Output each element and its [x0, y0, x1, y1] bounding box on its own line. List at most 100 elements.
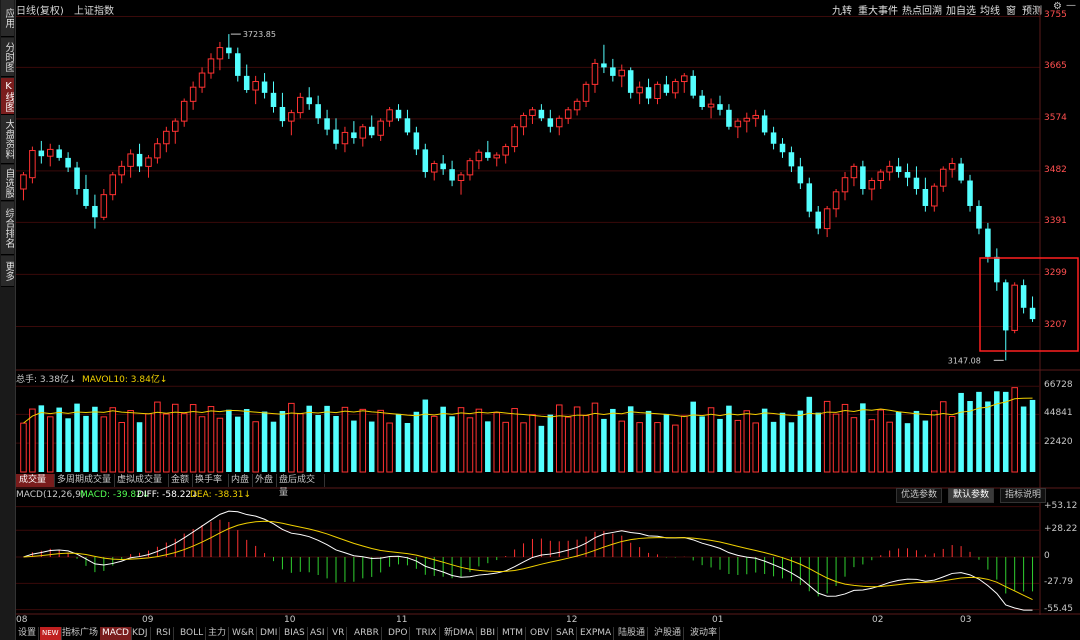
price-axis-label: 3665	[1044, 61, 1067, 72]
sidebar-item-5[interactable]: 综合排名	[1, 202, 14, 255]
macd-axis-label: +28.22	[1044, 524, 1078, 535]
indicator-tab-2[interactable]: 指标广场	[60, 627, 102, 640]
candle-body-up	[297, 96, 304, 114]
candle-body-down	[717, 104, 723, 110]
indicator-tab-10[interactable]: BIAS	[282, 627, 308, 640]
candle-body-up	[931, 185, 938, 207]
volume-bar-up	[564, 416, 572, 473]
candle-body-down	[74, 167, 80, 189]
volume-tab-6[interactable]: 外盘	[252, 474, 277, 487]
indicator-tab-23[interactable]: 沪股通	[652, 627, 685, 640]
candle-body-up	[341, 131, 349, 145]
macd-param-tab-1[interactable]: 默认参数	[948, 488, 995, 503]
volume-tab-3[interactable]: 金额	[168, 474, 193, 487]
candle-body-down	[395, 109, 402, 119]
candle-body-up	[288, 112, 295, 122]
candle-body-down	[895, 166, 902, 173]
volume-bar-up	[127, 410, 134, 473]
indicator-tab-19[interactable]: OBV	[528, 627, 553, 640]
volume-bar-up	[939, 401, 947, 473]
chart-canvas[interactable]: 3723.85 3147.08	[16, 0, 1080, 640]
volume-bar-up	[493, 412, 501, 473]
sidebar-item-3[interactable]: 大盘资料	[1, 115, 14, 164]
indicator-tab-15[interactable]: TRIX	[414, 627, 440, 640]
sidebar-item-4[interactable]: 自选股	[1, 165, 14, 201]
volume-bar-down	[74, 403, 80, 472]
volume-total-label: 总手: 3.38亿↓	[16, 375, 77, 385]
volume-bar-up	[868, 419, 876, 473]
indicator-tab-13[interactable]: ARBR	[352, 627, 382, 640]
volume-tab-5[interactable]: 内盘	[228, 474, 253, 487]
indicator-tab-16[interactable]: 新DMA	[442, 627, 477, 640]
indicator-tab-24[interactable]: 波动率	[688, 627, 721, 640]
candle-body-up	[1011, 284, 1018, 331]
indicator-tab-17[interactable]: BBI	[478, 627, 499, 640]
macd-param-tab-0[interactable]: 优选参数	[896, 488, 943, 503]
volume-bar-down	[913, 410, 920, 472]
sidebar-item-0[interactable]: 应用	[1, 0, 14, 37]
macd-axis-label: -55.45	[1044, 603, 1074, 614]
x-axis-label: 11	[396, 615, 408, 625]
volume-bar-down	[538, 425, 545, 472]
sidebar-item-1[interactable]: 分时图	[1, 38, 14, 77]
x-axis-label: 12	[566, 615, 578, 625]
candle-body-down	[333, 129, 339, 144]
candle-body-up	[520, 114, 527, 128]
sidebar-item-2[interactable]: K线图	[1, 78, 14, 115]
indicator-tab-14[interactable]: DPO	[386, 627, 411, 640]
indicator-tab-0[interactable]: 设置	[16, 627, 40, 640]
indicator-tab-9[interactable]: DMI	[258, 627, 281, 640]
candle-body-down	[699, 95, 705, 107]
volume-tab-4[interactable]: 换手率	[192, 474, 229, 487]
indicator-tab-20[interactable]: SAR	[554, 627, 578, 640]
indicator-tab-4[interactable]: KDJ	[130, 627, 151, 640]
indicator-tab-1[interactable]: NEW	[40, 627, 62, 640]
candle-body-down	[315, 104, 321, 119]
candle-body-down	[547, 118, 554, 127]
candle-body-down	[994, 256, 1000, 283]
volume-bar-up	[636, 422, 643, 473]
indicator-tab-6[interactable]: BOLL	[178, 627, 207, 640]
volume-bar-down	[56, 407, 62, 472]
volume-bar-down	[779, 412, 786, 472]
volume-bar-down	[65, 418, 71, 472]
candle-body-up	[582, 83, 590, 102]
indicator-tab-11[interactable]: ASI	[308, 627, 328, 640]
indicator-tab-8[interactable]: W&R	[230, 627, 258, 640]
candle-body-down	[404, 118, 411, 133]
candle-body-down	[913, 177, 920, 189]
sidebar-item-6[interactable]: 更多	[1, 256, 14, 287]
candle-body-down	[351, 132, 357, 139]
volume-bar-up	[672, 424, 679, 473]
volume-bar-down	[627, 406, 634, 472]
volume-bar-down	[306, 405, 312, 472]
low-annotation: 3147.08	[948, 356, 981, 365]
candle-body-down	[806, 183, 813, 212]
volume-bar-up	[100, 416, 108, 473]
volume-bar-down	[895, 412, 902, 472]
volume-bar-up	[386, 422, 393, 473]
macd-param-tab-2[interactable]: 指标说明	[1000, 488, 1047, 503]
volume-tab-2[interactable]: 虚拟成交量	[114, 474, 169, 487]
indicator-tab-22[interactable]: 陆股通	[616, 627, 649, 640]
indicator-tab-5[interactable]: RSI	[154, 627, 174, 640]
volume-bar-up	[555, 404, 563, 473]
volume-bar-up	[886, 421, 893, 473]
indicator-tab-3[interactable]: MACD	[100, 627, 132, 640]
volume-tab-1[interactable]: 多周期成交量	[54, 474, 115, 487]
volume-axis-label: 66728	[1044, 380, 1073, 391]
volume-tab-0[interactable]: 成交量	[16, 474, 55, 487]
candle-body-down	[368, 126, 375, 136]
indicator-tab-7[interactable]: 主力	[206, 627, 230, 640]
candle-body-up	[163, 130, 170, 145]
indicator-tab-21[interactable]: EXPMA	[578, 627, 615, 640]
volume-tab-7[interactable]: 盘后成交量	[276, 474, 325, 498]
candle-body-up	[734, 120, 742, 128]
volume-bar-down	[610, 408, 616, 472]
indicator-tab-12[interactable]: VR	[330, 627, 348, 640]
candle-body-up	[707, 103, 715, 108]
candle-body-up	[841, 177, 849, 193]
candle-body-up	[743, 117, 751, 122]
indicator-tab-18[interactable]: MTM	[500, 627, 527, 640]
candle-body-up	[180, 100, 188, 122]
